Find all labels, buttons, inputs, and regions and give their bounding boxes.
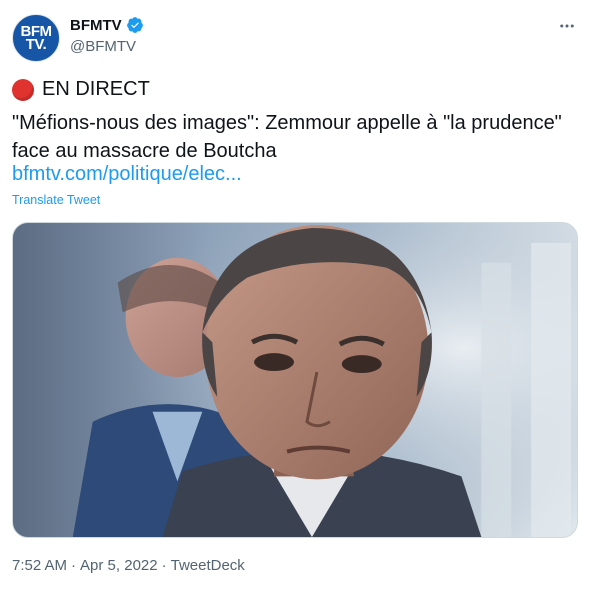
verified-badge-icon [126, 17, 143, 33]
handle[interactable]: @BFMTV [70, 38, 136, 55]
article-link[interactable]: bfmtv.com/politique/elec... [12, 163, 242, 186]
tweet-metadata: 7:52 AM · Apr 5, 2022 · TweetDeck [12, 557, 245, 574]
photo-illustration [13, 223, 577, 537]
meta-separator: · [71, 557, 77, 574]
translate-tweet-link[interactable]: Translate Tweet [12, 193, 100, 207]
live-line: EN DIRECT [12, 78, 150, 101]
ellipsis-icon [560, 24, 574, 28]
meta-separator: · [161, 557, 167, 574]
tweet-card: BFM TV. BFMTV @BFMTV EN DIRECT "Méfions-… [0, 0, 593, 594]
avatar-logo-line2: TV. [25, 36, 47, 53]
tweet-source[interactable]: TweetDeck [171, 557, 245, 574]
tweet-text: "Méfions-nous des images": Zemmour appel… [12, 112, 562, 162]
tweet-time[interactable]: 7:52 AM [12, 557, 67, 574]
avatar[interactable]: BFM TV. [12, 14, 60, 62]
tweet-media-photo[interactable] [12, 222, 578, 538]
more-options-icon[interactable] [555, 14, 579, 38]
live-label: EN DIRECT [42, 78, 150, 100]
author-name-row[interactable]: BFMTV [70, 16, 144, 34]
tweet-date[interactable]: Apr 5, 2022 [80, 557, 158, 574]
red-circle-icon [12, 78, 34, 101]
display-name[interactable]: BFMTV [70, 17, 122, 34]
